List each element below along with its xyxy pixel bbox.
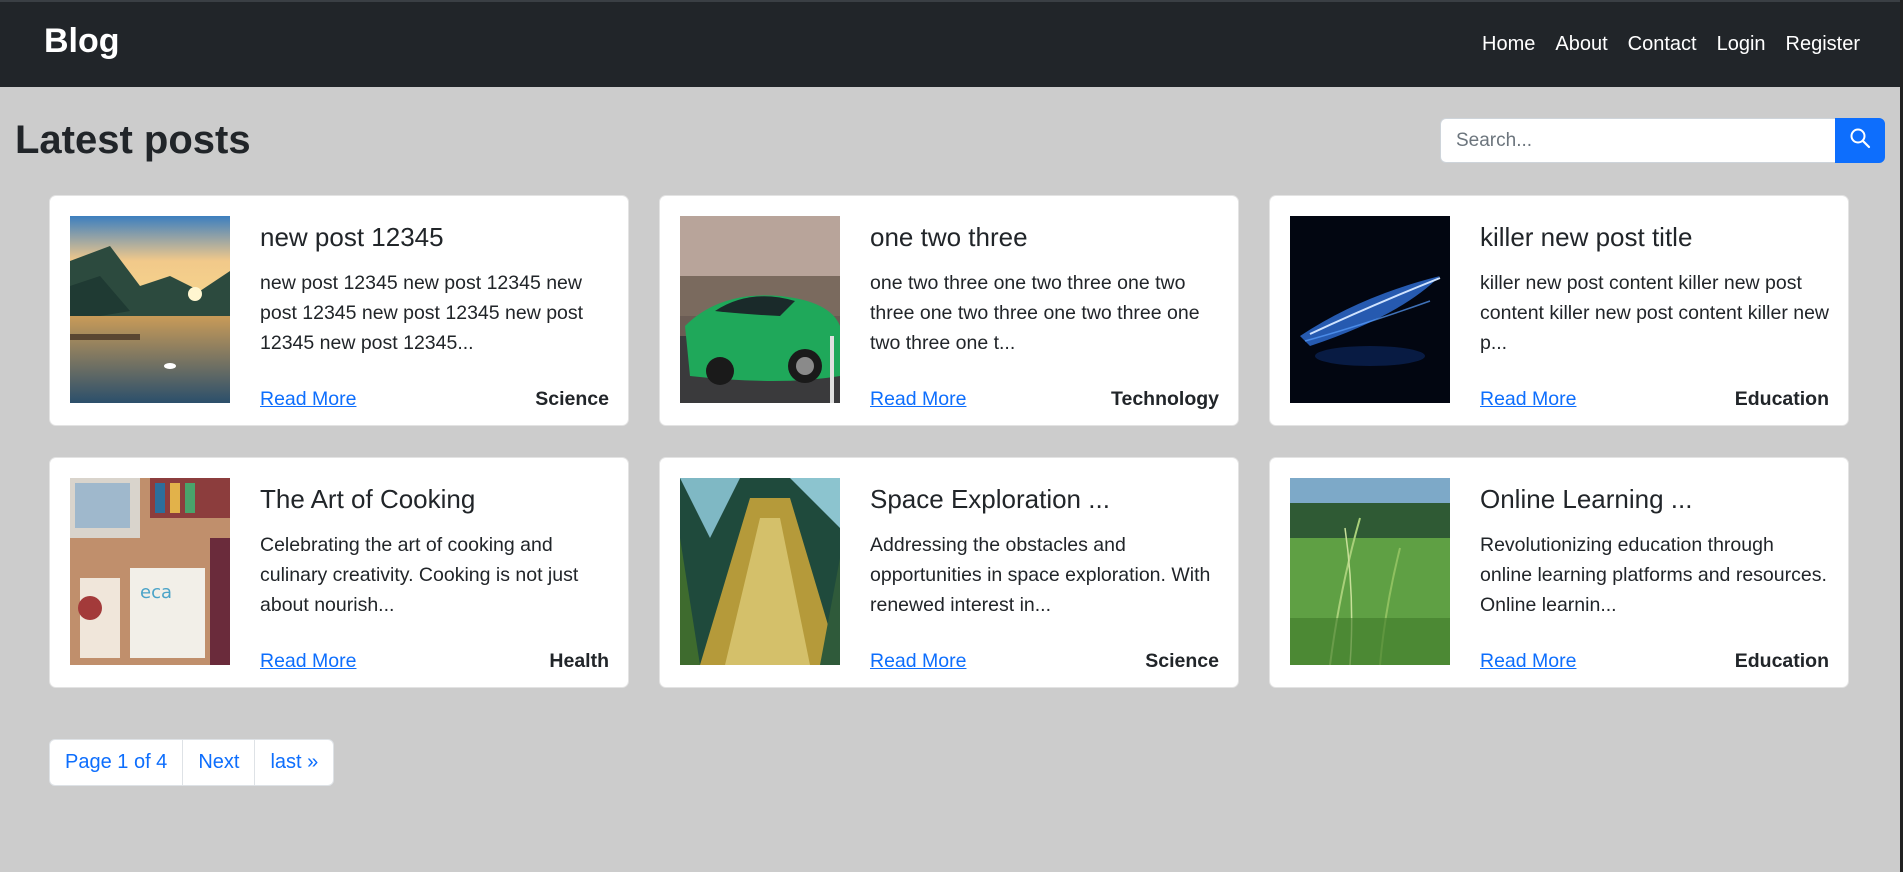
nav-link-about[interactable]: About (1555, 33, 1607, 56)
post-card: eca The Art of Cooking Celebrating the a… (49, 457, 629, 688)
nav-link-home[interactable]: Home (1482, 33, 1535, 56)
post-body: new post 12345 new post 12345 new post 1… (260, 222, 609, 411)
post-footer: Read More Health (260, 650, 609, 673)
post-body: The Art of Cooking Celebrating the art o… (260, 484, 609, 673)
nav-links: Home About Contact Login Register (1482, 33, 1860, 56)
post-card: one two three one two three one two thre… (659, 195, 1239, 426)
post-card: Online Learning ... Revolutionizing educ… (1269, 457, 1849, 688)
post-body: Space Exploration ... Addressing the obs… (870, 484, 1219, 673)
post-category: Education (1734, 388, 1829, 410)
post-category: Education (1734, 650, 1829, 672)
post-category: Science (535, 388, 609, 410)
post-image-tree-trunk[interactable] (680, 478, 840, 665)
read-more-link[interactable]: Read More (1480, 388, 1576, 411)
search-form (1440, 118, 1885, 163)
posts-grid: new post 12345 new post 12345 new post 1… (49, 195, 1850, 688)
pagination: Page 1 of 4 Next last » (49, 739, 335, 786)
post-title: The Art of Cooking (260, 484, 476, 514)
read-more-link[interactable]: Read More (260, 388, 356, 411)
post-footer: Read More Science (260, 388, 609, 411)
post-title: Space Exploration ... (870, 484, 1110, 514)
post-image-blue-feather[interactable] (1290, 216, 1450, 403)
search-button[interactable] (1835, 118, 1885, 163)
post-footer: Read More Education (1480, 650, 1829, 673)
brand-logo[interactable]: Blog (44, 22, 120, 61)
nav-link-login[interactable]: Login (1717, 33, 1766, 56)
post-category: Science (1145, 650, 1219, 672)
post-card: Space Exploration ... Addressing the obs… (659, 457, 1239, 688)
post-category: Technology (1111, 388, 1219, 410)
post-image-desk-workspace[interactable]: eca (70, 478, 230, 665)
nav-link-register[interactable]: Register (1786, 33, 1860, 56)
post-card: killer new post title killer new post co… (1269, 195, 1849, 426)
post-image-green-car[interactable] (680, 216, 840, 403)
post-category: Health (549, 650, 609, 672)
post-title: Online Learning ... (1480, 484, 1693, 514)
search-input[interactable] (1440, 118, 1836, 163)
post-excerpt: new post 12345 new post 12345 new post 1… (260, 272, 584, 354)
post-title: new post 12345 (260, 222, 444, 252)
page-last-link[interactable]: last » (255, 740, 333, 785)
page-current[interactable]: Page 1 of 4 (50, 740, 184, 785)
search-icon (1849, 127, 1871, 154)
post-image-grass-field[interactable] (1290, 478, 1450, 665)
read-more-link[interactable]: Read More (870, 650, 966, 673)
post-body: killer new post title killer new post co… (1480, 222, 1829, 411)
read-more-link[interactable]: Read More (870, 388, 966, 411)
post-card: new post 12345 new post 12345 new post 1… (49, 195, 629, 426)
post-title: one two three (870, 222, 1028, 252)
read-more-link[interactable]: Read More (260, 650, 356, 673)
read-more-link[interactable]: Read More (1480, 650, 1576, 673)
page-next-link[interactable]: Next (183, 740, 256, 785)
post-excerpt: one two three one two three one two thre… (870, 272, 1200, 354)
post-body: one two three one two three one two thre… (870, 222, 1219, 411)
post-body: Online Learning ... Revolutionizing educ… (1480, 484, 1829, 673)
post-excerpt: Addressing the obstacles and opportuniti… (870, 534, 1211, 616)
post-excerpt: killer new post content killer new post … (1480, 272, 1829, 354)
post-footer: Read More Technology (870, 388, 1219, 411)
post-title: killer new post title (1480, 222, 1693, 252)
page-title: Latest posts (15, 118, 251, 162)
nav-link-contact[interactable]: Contact (1628, 33, 1697, 56)
post-excerpt: Celebrating the art of cooking and culin… (260, 534, 579, 616)
navbar: Blog Home About Contact Login Register (0, 0, 1903, 87)
post-footer: Read More Education (1480, 388, 1829, 411)
post-excerpt: Revolutionizing education through online… (1480, 534, 1827, 616)
post-image-mountain-lake[interactable] (70, 216, 230, 403)
svg-text:eca: eca (140, 582, 172, 603)
post-footer: Read More Science (870, 650, 1219, 673)
